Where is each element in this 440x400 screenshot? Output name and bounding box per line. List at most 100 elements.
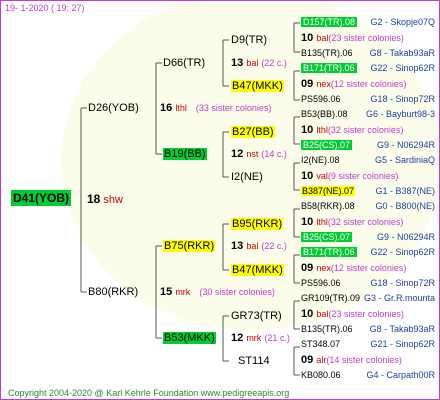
gen4-bottom-ref-7: G4 - Carpath00R <box>366 370 435 380</box>
header-date: 19- 1-2020 ( 19: 27) <box>5 3 85 13</box>
gen4-top-name-2: B53(BB).08 <box>301 109 348 119</box>
gen1-letter-0: lthl <box>175 103 187 113</box>
gen4-bottom-2[interactable]: B25(CS).07 <box>301 139 353 152</box>
gen1-meta-1: 15 mrk (30 sister colonies) <box>160 286 275 299</box>
gen3-meta-4: 13 bal (22 c.) <box>231 240 287 253</box>
gen1-node-0[interactable]: D26(YOB) <box>88 102 139 115</box>
gen3-node-2[interactable]: B27(BB) <box>231 126 275 139</box>
gen4-colonies-6: (23 sister colonies) <box>328 309 404 319</box>
gen4-colonies-2: (32 sister colonies) <box>327 125 404 135</box>
gen4-letter-4: lthl <box>316 217 328 227</box>
gen4-bottom-name-4: B25(CS).07 <box>301 232 353 242</box>
gen3-letter-6: mrk <box>246 333 262 343</box>
gen3-colonies-2: (14 c.) <box>261 149 287 159</box>
gen2-node-0[interactable]: D66(TR) <box>163 57 205 70</box>
gen2-name-1: B19(BB) <box>163 148 207 160</box>
gen4-num-0: 10 <box>301 32 314 44</box>
gen3-node-1[interactable]: B47(MKK) <box>231 80 284 93</box>
gen4-bottom-ref-1: G18 - Sinop72R <box>370 94 435 104</box>
gen1-meta-0: 16 lthl (33 sister colonies) <box>160 102 271 115</box>
gen1-num-1: 15 <box>160 286 173 298</box>
gen3-node-7[interactable]: ST114 <box>238 355 270 368</box>
gen4-num-4: 10 <box>301 216 314 228</box>
gen4-bottom-3[interactable]: B387(NE).07 <box>301 185 356 198</box>
gen3-name-5: B47(MKK) <box>231 264 284 276</box>
gen4-letter-5: nex <box>316 263 331 273</box>
gen4-colonies-4: (32 sister colonies) <box>327 217 404 227</box>
gen4-letter-7: alr <box>316 355 327 365</box>
gen4-colonies-0: (23 sister colonies) <box>328 33 404 43</box>
gen3-letter-2: nst <box>246 149 259 159</box>
gen3-colonies-6: (21 c.) <box>264 333 290 343</box>
gen3-name-2: B27(BB) <box>231 126 275 138</box>
gen4-letter-6: bal <box>316 309 329 319</box>
gen4-top-name-3: I2(NE).08 <box>301 155 340 165</box>
gen4-top-name-4: B58(RKR).08 <box>301 201 355 211</box>
gen2-name-3: B53(MKK) <box>163 332 216 344</box>
gen4-num-7: 09 <box>301 354 314 366</box>
gen4-colonies-3: (9 sister colonies) <box>327 171 399 181</box>
root-num: 18 <box>87 192 101 206</box>
gen4-bottom-4[interactable]: B25(CS).07 <box>301 231 353 244</box>
gen4-num-1: 09 <box>301 78 314 90</box>
gen1-num-0: 16 <box>160 102 173 114</box>
gen4-meta-3: 10 val(9 sister colonies) <box>301 170 398 183</box>
gen4-top-name-7: ST348.07 <box>301 339 341 349</box>
gen4-bottom-0[interactable]: B135(TR).06 <box>301 47 353 60</box>
gen3-node-3[interactable]: I2(NE) <box>231 171 263 184</box>
root-letter: shw <box>103 194 123 206</box>
gen4-meta-6: 10 bal(23 sister colonies) <box>301 308 404 321</box>
gen4-top-name-5: B171(TR).06 <box>301 247 357 257</box>
gen4-num-2: 10 <box>301 124 314 136</box>
gen3-node-6[interactable]: GR73(TR) <box>231 310 282 323</box>
gen4-meta-1: 09 nex(12 sister colonies) <box>301 78 406 91</box>
gen3-name-1: B47(MKK) <box>231 80 284 92</box>
gen4-letter-3: val <box>316 171 328 181</box>
gen3-node-4[interactable]: B95(RKR) <box>231 218 284 231</box>
gen4-top-2[interactable]: B53(BB).08 <box>301 108 348 121</box>
gen4-bottom-6[interactable]: B135(TR).06 <box>301 323 353 336</box>
gen4-top-ref-5: G22 - Sinop62R <box>370 247 435 257</box>
gen4-bottom-7[interactable]: KB080.06 <box>301 369 341 382</box>
root-name: D41(YOB) <box>11 190 72 206</box>
gen4-top-3[interactable]: I2(NE).08 <box>301 154 340 167</box>
gen3-node-0[interactable]: D9(TR) <box>231 34 267 47</box>
gen4-top-name-1: B171(TR).06 <box>301 63 357 73</box>
gen4-bottom-ref-5: G18 - Sinop72R <box>370 278 435 288</box>
gen1-letter-1: mrk <box>175 287 191 297</box>
gen4-top-5[interactable]: B171(TR).06 <box>301 246 357 259</box>
gen1-node-1[interactable]: B80(RKR) <box>88 286 138 299</box>
gen3-letter-0: bal <box>246 58 259 68</box>
gen4-meta-7: 09 alr(14 sister colonies) <box>301 354 402 367</box>
gen4-bottom-1[interactable]: PS596.06 <box>301 93 341 106</box>
gen4-colonies-5: (12 sister colonies) <box>330 263 407 273</box>
gen4-bottom-name-7: KB080.06 <box>301 370 341 380</box>
gen4-top-4[interactable]: B58(RKR).08 <box>301 200 355 213</box>
gen4-meta-5: 09 nex(12 sister colonies) <box>301 262 406 275</box>
gen4-bottom-name-3: B387(NE).07 <box>301 186 356 196</box>
gen4-top-1[interactable]: B171(TR).06 <box>301 62 357 75</box>
gen4-meta-0: 10 bal(23 sister colonies) <box>301 32 404 45</box>
gen4-top-ref-6: G3 - Gr.R.mounta <box>363 293 435 303</box>
gen2-node-3[interactable]: B53(MKK) <box>163 332 216 345</box>
gen3-node-5[interactable]: B47(MKK) <box>231 264 284 277</box>
gen4-bottom-ref-2: G9 - N06294R <box>376 140 435 150</box>
gen4-top-7[interactable]: ST348.07 <box>301 338 340 351</box>
gen4-top-6[interactable]: GR109(TR).09 <box>301 292 360 305</box>
gen2-node-1[interactable]: B19(BB) <box>163 148 207 161</box>
gen3-colonies-4: (22 c.) <box>261 241 287 251</box>
gen4-letter-0: bal <box>316 33 329 43</box>
gen4-bottom-name-2: B25(CS).07 <box>301 140 353 150</box>
gen4-top-0[interactable]: D157(TR).08 <box>301 16 358 29</box>
gen3-num-0: 13 <box>231 57 244 69</box>
gen4-bottom-ref-0: G8 - Takab93aR <box>369 48 435 58</box>
gen1-colonies-0: (33 sister colonies) <box>195 103 272 113</box>
gen4-top-ref-2: G6 - Bayburt98-3 <box>365 109 435 119</box>
root-meta: 18 shw <box>87 193 123 207</box>
gen4-bottom-name-1: PS596.06 <box>301 94 341 104</box>
gen2-node-2[interactable]: B75(RKR) <box>163 240 216 253</box>
gen3-num-6: 12 <box>231 332 244 344</box>
gen4-bottom-5[interactable]: PS596.06 <box>301 277 341 290</box>
root-node[interactable]: D41(YOB) <box>11 190 72 206</box>
copyright-footer: Copyright 2004-2020 @ Karl Kehrle Founda… <box>8 388 290 398</box>
